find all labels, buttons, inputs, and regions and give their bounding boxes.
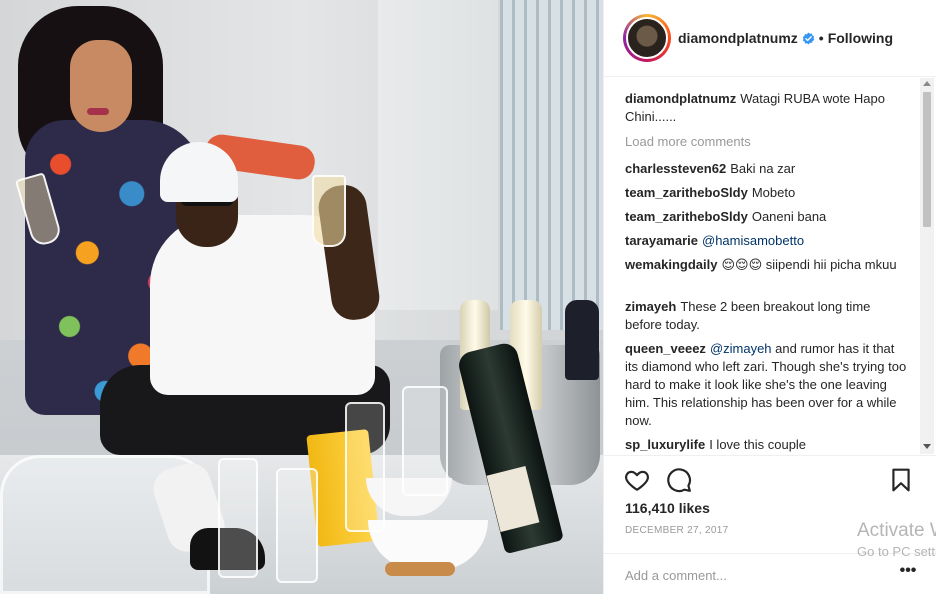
scroll-thumb[interactable] [923,92,931,227]
add-comment-bar: ••• [604,553,936,594]
add-comment-input[interactable] [625,565,885,585]
avatar[interactable] [626,17,668,59]
comment-text: 😌😌😌 siipendi hii picha mkuu [721,257,897,272]
post-photo[interactable] [0,0,603,594]
woman-lips [87,108,109,115]
dark-bottle [565,300,599,380]
header-line: diamondplatnumz • Following [678,30,893,46]
following-button[interactable]: Following [828,30,893,46]
comment-username[interactable]: queen_veeez [625,341,706,356]
comment-item: tarayamarie @hamisamobetto [625,232,910,250]
comment-username[interactable]: tarayamarie [625,233,698,248]
comment-item: charlessteven62 Baki na zar [625,160,910,178]
comment-username[interactable]: team_zaritheboSldy [625,185,748,200]
comment-username[interactable]: charlessteven62 [625,161,726,176]
comment-text: Baki na zar [730,161,796,176]
comment-username[interactable]: wemakingdaily [625,257,717,272]
post-actions: 116,410 likes DECEMBER 27, 2017 [604,455,936,555]
nuts [385,562,455,576]
likes-count[interactable]: 116,410 likes [625,500,710,516]
glass [402,386,448,496]
window-blinds [500,0,603,330]
caption: diamondplatnumz Watagi RUBA wote Hapo Chi… [625,90,910,126]
story-ring[interactable] [623,14,671,62]
separator-dot: • [818,30,824,46]
scroll-down-arrow-icon[interactable] [923,444,931,449]
glass [345,402,385,532]
caption-username[interactable]: diamondplatnumz [625,91,736,106]
more-options-icon[interactable]: ••• [896,563,920,583]
post-side-panel: diamondplatnumz • Following diamondplatn… [603,0,936,594]
heart-icon[interactable] [624,467,650,493]
comment-item: wemakingdaily 😌😌😌 siipendi hii picha mkuu [625,256,910,274]
comment-username[interactable]: zimayeh [625,299,676,314]
comment-text: I love this couple [709,437,807,452]
bookmark-icon[interactable] [888,467,914,493]
comment-text: Mobeto [751,185,796,200]
comment-item: team_zaritheboSldy Oaneni bana [625,208,910,226]
post-date: DECEMBER 27, 2017 [625,525,729,536]
comment-mention[interactable]: @zimayeh [710,341,772,356]
comment-username[interactable]: sp_luxurylife [625,437,705,452]
header-username[interactable]: diamondplatnumz [678,30,798,46]
glass [218,458,258,578]
champagne-flute-right [312,175,346,247]
scroll-up-arrow-icon[interactable] [923,81,931,86]
comment-item: team_zaritheboSldy Mobeto [625,184,910,202]
comments-scrollbar[interactable] [920,78,934,454]
window-pillar [378,0,498,310]
glass [276,468,318,583]
comment-text: Oaneni bana [751,209,827,224]
comment-item: zimayeh These 2 been breakout long time b… [625,298,910,334]
load-more-comments-link[interactable]: Load more comments [625,134,751,149]
comment-username[interactable]: team_zaritheboSldy [625,209,748,224]
comment-item: queen_veeez @zimayeh and rumor has it tha… [625,340,910,430]
post-header: diamondplatnumz • Following [604,0,936,77]
woman-face [70,40,132,132]
comments-list[interactable]: diamondplatnumz Watagi RUBA wote Hapo Chi… [604,78,936,454]
comment-item: sp_luxurylife I love this couple [625,436,910,454]
comment-bubble-icon[interactable] [666,467,692,493]
verified-badge-icon [802,32,815,44]
comment-mention[interactable]: @hamisamobetto [702,233,804,248]
